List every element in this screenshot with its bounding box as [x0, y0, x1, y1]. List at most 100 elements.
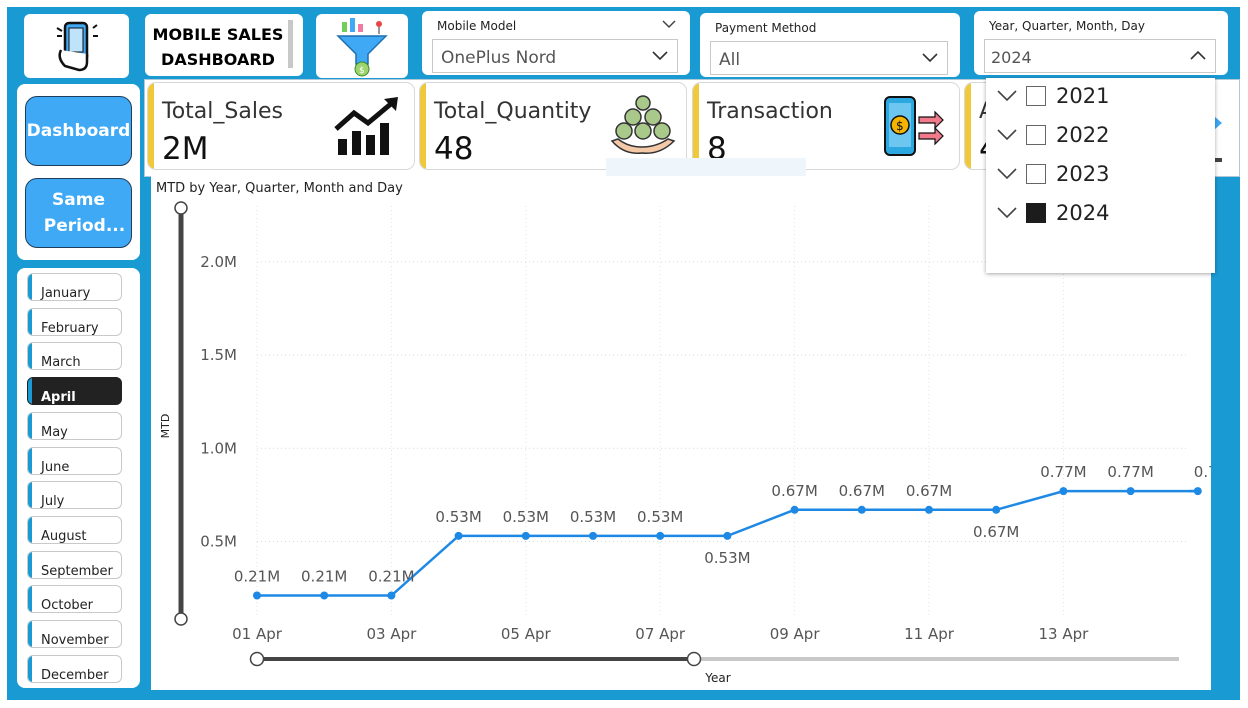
x-tick-label: 07 Apr — [635, 625, 686, 643]
month-item-february[interactable]: February — [27, 307, 122, 336]
year-option-2022[interactable]: 2022 — [996, 123, 1109, 147]
month-item-august[interactable]: August — [27, 515, 122, 544]
year-checkbox[interactable] — [1026, 125, 1046, 145]
year-option-2024[interactable]: 2024 — [996, 201, 1109, 225]
month-item-april[interactable]: April — [27, 377, 122, 406]
chevron-down-icon[interactable] — [662, 19, 676, 29]
chevron-down-icon[interactable] — [996, 128, 1018, 142]
month-item-december[interactable]: December — [27, 654, 122, 683]
data-point — [857, 505, 866, 514]
kpi-total-sales: Total_Sales 2M — [148, 83, 414, 169]
month-marker — [28, 586, 32, 613]
month-item-september[interactable]: September — [27, 550, 122, 579]
same-period-line-1: Same — [52, 190, 105, 210]
chevron-down-icon[interactable] — [651, 46, 669, 64]
date-dropdown[interactable]: 2024 — [984, 39, 1216, 73]
month-marker — [28, 551, 32, 578]
chevron-down-icon[interactable] — [996, 167, 1018, 181]
same-period-line-2: Period... — [43, 216, 126, 236]
year-checkbox[interactable] — [1026, 86, 1046, 106]
month-item-november[interactable]: November — [27, 620, 122, 648]
month-item-october[interactable]: October — [27, 585, 122, 614]
svg-text:$: $ — [896, 119, 904, 133]
money-bags-hand-icon — [610, 95, 676, 154]
chevron-down-icon[interactable] — [996, 89, 1018, 103]
kpi-total-quantity: Total_Quantity 48 — [420, 83, 686, 169]
chevron-down-icon[interactable] — [996, 206, 1018, 220]
same-period-nav-button[interactable]: Same Period... — [25, 178, 132, 248]
kpi-accent — [148, 83, 154, 169]
y-tick-label: 0.5M — [200, 532, 237, 550]
payment-method-dropdown[interactable]: All — [710, 41, 948, 75]
data-point — [589, 531, 597, 540]
dashboard-nav-button[interactable]: Dashboard — [25, 96, 132, 166]
month-label: February — [41, 320, 99, 336]
year-option-2023[interactable]: 2023 — [996, 162, 1109, 186]
year-checkbox[interactable] — [1026, 203, 1046, 223]
month-label: October — [41, 598, 94, 614]
kpi-accent — [965, 83, 971, 169]
data-label: 0.77M — [1040, 463, 1086, 481]
mobile-model-dropdown[interactable]: OnePlus Nord — [432, 39, 678, 73]
x-tick-label: 09 Apr — [770, 625, 821, 643]
phone-payment-icon: $ — [884, 96, 944, 156]
data-point — [521, 531, 530, 540]
y-tick-label: 2.0M — [200, 253, 237, 271]
data-point — [1126, 487, 1135, 496]
x-tick-label: 03 Apr — [366, 625, 417, 643]
month-marker — [28, 378, 32, 405]
kpi-value: 48 — [434, 131, 474, 167]
year-dropdown-panel: 2021 2022 2023 2024 — [986, 78, 1215, 273]
data-label: 0.53M — [637, 508, 683, 526]
y-range-handle-bottom — [174, 612, 188, 626]
year-option-2021[interactable]: 2021 — [996, 84, 1109, 108]
month-item-march[interactable]: March — [27, 342, 122, 371]
month-item-january[interactable]: January — [27, 273, 122, 301]
data-label: 0.77M — [1194, 463, 1211, 481]
month-label: July — [41, 494, 65, 510]
month-item-july[interactable]: July — [27, 481, 122, 510]
x-tick-label: 01 Apr — [232, 625, 283, 643]
data-point — [454, 531, 463, 540]
data-label: 0.21M — [368, 568, 414, 586]
dashboard-title: MOBILE SALES DASHBOARD — [145, 14, 303, 76]
chevron-up-icon[interactable] — [1189, 46, 1207, 64]
data-label: 0.67M — [906, 482, 952, 500]
year-option-label: 2023 — [1056, 162, 1110, 186]
x-tick-label: 05 Apr — [501, 625, 552, 643]
month-label: August — [41, 528, 87, 544]
trend-up-bars-icon — [334, 97, 398, 155]
x-range-handle-start — [249, 651, 265, 667]
x-tick-label: 11 Apr — [904, 625, 955, 643]
year-option-label: 2024 — [1056, 201, 1110, 225]
data-point — [1059, 487, 1068, 496]
month-item-may[interactable]: May — [27, 411, 122, 440]
month-item-june[interactable]: June — [27, 446, 122, 475]
data-point — [320, 591, 329, 600]
month-label: November — [41, 633, 109, 648]
data-label: 0.67M — [771, 482, 817, 500]
kpi-label: Total_Sales — [162, 99, 283, 124]
chevron-down-icon[interactable] — [921, 48, 939, 66]
svg-text:$: $ — [359, 66, 365, 76]
data-label: 0.67M — [973, 523, 1019, 541]
year-checkbox[interactable] — [1026, 164, 1046, 184]
date-hierarchy-slicer[interactable]: Year, Quarter, Month, Day 2024 — [974, 11, 1228, 75]
year-option-label: 2022 — [1056, 123, 1110, 147]
month-marker — [28, 274, 32, 300]
date-slicer-label: Year, Quarter, Month, Day — [989, 19, 1145, 33]
kpi-value: 2M — [162, 131, 209, 167]
data-point — [992, 505, 1001, 514]
mobile-model-slicer[interactable]: Mobile Model OnePlus Nord — [422, 11, 690, 75]
x-range-handle-end — [686, 651, 702, 667]
filter-panel-button[interactable]: $ — [316, 14, 408, 78]
month-label: March — [41, 355, 81, 371]
data-label: 0.21M — [234, 568, 280, 586]
x-tick-label: 13 Apr — [1038, 625, 1089, 643]
title-divider — [288, 20, 293, 68]
y-tick-label: 1.0M — [200, 439, 237, 457]
mobile-model-label: Mobile Model — [437, 19, 517, 33]
payment-method-slicer[interactable]: Payment Method All — [700, 13, 960, 77]
data-label: 0.21M — [301, 568, 347, 586]
chart-title: MTD by Year, Quarter, Month and Day — [156, 181, 403, 196]
